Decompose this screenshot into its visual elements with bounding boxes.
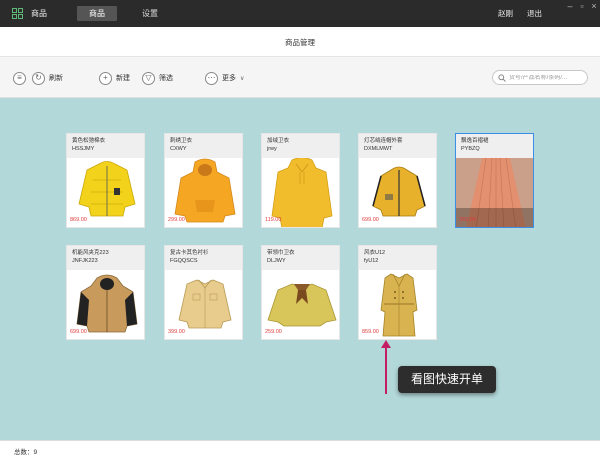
menu-icon: ≡ <box>13 71 26 85</box>
more-button[interactable]: ⋯ 更多 ∨ <box>205 71 244 85</box>
more-icon: ⋯ <box>205 71 218 85</box>
tab-products[interactable]: 商品 <box>77 6 117 21</box>
card-header: 带领巾卫衣 DLJWY <box>262 246 339 270</box>
search-input[interactable] <box>509 74 587 81</box>
card-header: 加绒卫衣 jrwy <box>262 134 339 158</box>
more-label: 更多 <box>222 75 236 82</box>
filter-label: 筛选 <box>159 75 173 82</box>
product-name: 黄色松弛棉衣 <box>72 138 106 144</box>
search-icon <box>498 73 506 82</box>
card-header: 黄色松弛棉衣 HSSJMY <box>67 134 144 158</box>
app-name: 商品 <box>31 9 47 18</box>
total-label: 总数： <box>14 449 34 456</box>
product-card[interactable]: 机能风夹克223 JNFJK223 699.00 <box>66 245 145 340</box>
card-header: 刺绣卫衣 CXWY <box>165 134 242 158</box>
product-name: 飘逸百褶裙 <box>461 138 489 144</box>
new-button[interactable]: + 新建 <box>99 71 130 85</box>
title-bar: 商品 商品 设置 赵刚 退出 – ▫ × <box>0 0 600 27</box>
card-header: 机能风夹克223 JNFJK223 <box>67 246 144 270</box>
product-code: CXWY <box>170 146 187 152</box>
refresh-icon: ↻ <box>32 71 45 85</box>
product-price: 699.00 <box>362 217 379 223</box>
chevron-down-icon: ∨ <box>240 75 245 82</box>
product-price: 399.00 <box>168 329 185 335</box>
product-card[interactable]: 灯芯绒连帽外套 DXMLMWT 699.00 <box>358 133 437 228</box>
plus-icon: + <box>99 71 112 85</box>
card-header: 灯芯绒连帽外套 DXMLMWT <box>359 134 436 158</box>
product-price: 269.00 <box>459 217 476 223</box>
product-code: DXMLMWT <box>364 146 393 152</box>
tab-settings[interactable]: 设置 <box>130 6 170 21</box>
refresh-label: 刷新 <box>49 75 63 82</box>
product-price: 119.00 <box>265 217 282 223</box>
product-name: 带领巾卫衣 <box>267 250 295 256</box>
page-title: 商品管理 <box>285 38 315 47</box>
quick-order-tooltip: 看图快速开单 <box>398 366 496 393</box>
product-name: 灯芯绒连帽外套 <box>364 138 403 144</box>
product-price: 869.00 <box>70 217 87 223</box>
product-code: HSSJMY <box>72 146 95 152</box>
arrow-line <box>385 346 387 394</box>
new-label: 新建 <box>116 75 130 82</box>
product-code: jrwy <box>267 146 277 152</box>
product-code: DLJWY <box>267 258 286 264</box>
product-name: 机能风夹克223 <box>72 250 109 256</box>
product-card[interactable]: 复古卡其色衬衫 FGQQSCS 399.00 <box>164 245 243 340</box>
product-code: PYBZQ <box>461 146 480 152</box>
close-icon[interactable]: × <box>589 1 599 11</box>
product-price: 299.00 <box>168 217 185 223</box>
product-card[interactable]: 飘逸百褶裙 PYBZQ 269.00 <box>455 133 534 228</box>
product-code: fyU12 <box>364 258 379 264</box>
product-card[interactable]: 刺绣卫衣 CXWY 299.00 <box>164 133 243 228</box>
filter-icon: ▽ <box>142 71 155 85</box>
product-card[interactable]: 带领巾卫衣 DLJWY 259.00 <box>261 245 340 340</box>
total-count: 总数：9 <box>14 446 37 456</box>
product-price: 259.00 <box>265 329 282 335</box>
page-header: 商品管理 <box>0 27 600 57</box>
refresh-button[interactable]: ↻ 刷新 <box>32 71 63 85</box>
product-price: 859.00 <box>362 329 379 335</box>
product-grid: 黄色松弛棉衣 HSSJMY 869.00 刺绣卫衣 CXWY 299.00 加绒… <box>0 98 600 440</box>
card-header: 飘逸百褶裙 PYBZQ <box>456 134 533 158</box>
product-name: 刺绣卫衣 <box>170 138 193 144</box>
product-code: FGQQSCS <box>170 258 198 264</box>
product-card[interactable]: 加绒卫衣 jrwy 119.00 <box>261 133 340 228</box>
product-price: 699.00 <box>70 329 87 335</box>
logout-link[interactable]: 退出 <box>527 8 542 19</box>
maximize-icon[interactable]: ▫ <box>577 1 587 11</box>
product-name: 复古卡其色衬衫 <box>170 250 209 256</box>
product-card[interactable]: 黄色松弛棉衣 HSSJMY 869.00 <box>66 133 145 228</box>
menu-button[interactable]: ≡ <box>13 71 26 85</box>
app-logo-icon <box>12 8 23 19</box>
product-name: 风衣U12 <box>364 250 386 256</box>
product-card[interactable]: 风衣U12 fyU12 859.00 <box>358 245 437 340</box>
user-name[interactable]: 赵刚 <box>498 8 513 19</box>
search-box[interactable] <box>492 70 588 85</box>
card-header: 复古卡其色衬衫 FGQQSCS <box>165 246 242 270</box>
minimize-icon[interactable]: – <box>565 1 575 11</box>
product-name: 加绒卫衣 <box>267 138 290 144</box>
status-bar: 总数：9 <box>0 440 600 458</box>
filter-button[interactable]: ▽ 筛选 <box>142 71 173 85</box>
product-code: JNFJK223 <box>72 258 98 264</box>
card-header: 风衣U12 fyU12 <box>359 246 436 270</box>
total-value: 9 <box>33 449 38 456</box>
